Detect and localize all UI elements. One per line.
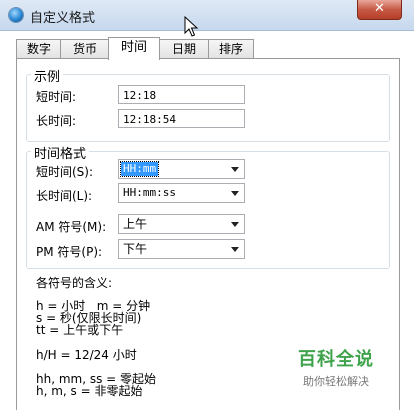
watermark-main: 百科全说 bbox=[298, 349, 374, 370]
short-time-combo[interactable]: HH:mm bbox=[118, 159, 245, 179]
am-symbol-value: 上午 bbox=[123, 217, 148, 231]
short-time-label: 短时间(S): bbox=[36, 165, 94, 179]
watermark-logo: 百科全说 助你轻松解决 bbox=[298, 345, 374, 389]
pm-symbol-value: 下午 bbox=[123, 242, 148, 256]
watermark-sub: 助你轻松解决 bbox=[303, 375, 369, 388]
chevron-down-icon bbox=[231, 222, 239, 227]
title-bar: 自定义格式 ✕ bbox=[0, 0, 414, 31]
legend-line: h/H = 12/24 小时 bbox=[36, 348, 137, 362]
example-long-value: 12:18:54 bbox=[118, 109, 245, 128]
pm-symbol-label: PM 符号(P): bbox=[36, 245, 103, 259]
chevron-down-icon bbox=[231, 191, 239, 196]
example-short-value: 12:18 bbox=[118, 85, 245, 104]
tab-time[interactable]: 时间 bbox=[108, 37, 160, 60]
chevron-down-icon bbox=[231, 247, 239, 252]
time-format-group-title: 时间格式 bbox=[31, 143, 90, 162]
long-time-label: 长时间(L): bbox=[36, 189, 93, 203]
legend-line: h, m, s = 非零起始 bbox=[36, 384, 143, 398]
long-time-value: HH:mm:ss bbox=[123, 186, 176, 199]
tab-sort[interactable]: 排序 bbox=[208, 39, 254, 58]
chevron-down-icon bbox=[231, 167, 239, 172]
example-short-label: 短时间: bbox=[36, 90, 77, 104]
tab-number[interactable]: 数字 bbox=[16, 39, 62, 58]
globe-icon bbox=[9, 8, 23, 22]
example-long-label: 长时间: bbox=[36, 114, 77, 128]
am-symbol-combo[interactable]: 上午 bbox=[118, 214, 245, 234]
short-time-value: HH:mm bbox=[119, 161, 160, 177]
am-symbol-label: AM 符号(M): bbox=[36, 220, 107, 234]
tab-currency[interactable]: 货币 bbox=[60, 39, 110, 58]
close-icon: ✕ bbox=[374, 1, 385, 16]
example-group-title: 示例 bbox=[31, 66, 64, 85]
legend-line: tt = 上午或下午 bbox=[36, 323, 124, 337]
pm-symbol-combo[interactable]: 下午 bbox=[118, 239, 245, 259]
tab-date[interactable]: 日期 bbox=[158, 39, 210, 58]
window-title: 自定义格式 bbox=[30, 11, 96, 26]
legend-heading: 各符号的含义: bbox=[36, 276, 113, 290]
long-time-combo[interactable]: HH:mm:ss bbox=[118, 183, 245, 203]
mouse-cursor-icon bbox=[184, 16, 199, 37]
close-button[interactable]: ✕ bbox=[357, 0, 402, 20]
